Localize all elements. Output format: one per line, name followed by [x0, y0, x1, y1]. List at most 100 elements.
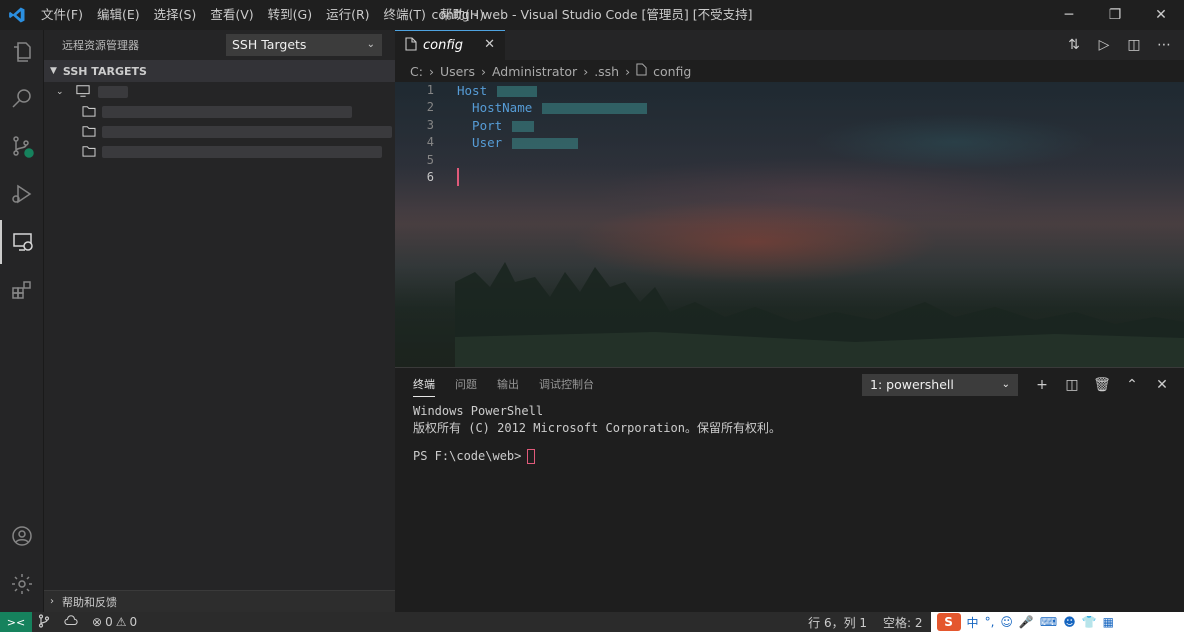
terminal-select[interactable]: 1: powershell ⌄ [862, 374, 1018, 396]
open-changes-icon[interactable]: ⇅ [1066, 37, 1082, 53]
tab-label: config [423, 38, 463, 53]
sync-icon[interactable] [64, 614, 78, 630]
chevron-right-icon: › [583, 63, 589, 79]
tab-output[interactable]: 输出 [497, 376, 519, 397]
warning-icon: ⚠ [115, 615, 127, 629]
explorer-icon[interactable] [0, 30, 44, 74]
line-number: 6 [426, 170, 434, 184]
code-line: Port [457, 118, 535, 133]
toolbox-icon[interactable]: ▦ [1103, 615, 1114, 629]
close-panel-icon[interactable]: ✕ [1154, 377, 1170, 393]
file-icon [636, 63, 647, 79]
editor-tab-bar: config ✕ ⇅ ▷ ◫ ⋯ [395, 30, 1184, 60]
keyboard-icon[interactable]: ⌨ [1040, 615, 1057, 629]
problems-indicator[interactable]: ⊗ 0 ⚠ 0 [92, 615, 137, 629]
redacted-host [98, 86, 128, 98]
cursor-position[interactable]: 行 6，列 1 [800, 614, 875, 631]
trash-icon[interactable]: 🗑 [1093, 377, 1111, 393]
menu-selection[interactable]: 选择(S) [147, 0, 204, 30]
folder-row[interactable] [82, 102, 352, 122]
ssh-targets-section[interactable]: ▼ SSH TARGETS [44, 60, 395, 82]
breadcrumb: C: › Users › Administrator › .ssh › conf… [395, 60, 1184, 82]
code-keyword: User [457, 135, 503, 150]
terminal-cursor [527, 449, 536, 464]
restore-button[interactable]: ❐ [1092, 0, 1138, 30]
menu-help[interactable]: 帮助(H) [433, 0, 491, 30]
monitor-icon [76, 84, 90, 101]
user-icon[interactable]: ☻ [1063, 615, 1076, 629]
source-control-icon[interactable] [0, 124, 44, 168]
remote-explorer-icon[interactable] [0, 220, 44, 264]
window-controls: ─ ❐ ✕ [1046, 0, 1184, 30]
ime-toolbar[interactable]: S 中 °, ☺ 🎤 ⌨ ☻ 👕 ▦ [930, 612, 1184, 632]
tab-problems[interactable]: 问题 [455, 376, 477, 397]
tab-debug-console[interactable]: 调试控制台 [539, 376, 594, 397]
redacted-value [512, 121, 535, 132]
ssh-target-select[interactable]: SSH Targets ⌄ [226, 34, 382, 56]
tab-terminal[interactable]: 终端 [413, 376, 435, 397]
code-keyword: Port [457, 118, 503, 133]
section-title: SSH TARGETS [62, 64, 147, 78]
extensions-icon[interactable] [0, 268, 44, 312]
text-cursor [457, 168, 459, 186]
terminal-line: Windows PowerShell [413, 404, 544, 418]
menu-run[interactable]: 运行(R) [319, 0, 376, 30]
code-line: HostName [457, 100, 648, 115]
status-right: 行 6，列 1 空格: 2 S 中 °, ☺ 🎤 ⌨ ☻ 👕 ▦ [800, 612, 1184, 632]
menu-view[interactable]: 查看(V) [203, 0, 260, 30]
menu-go[interactable]: 转到(G) [261, 0, 319, 30]
tab-config[interactable]: config ✕ [395, 30, 505, 60]
code-line: User [457, 135, 579, 150]
close-button[interactable]: ✕ [1138, 0, 1184, 30]
menu-terminal[interactable]: 终端(T) [377, 0, 433, 30]
breadcrumb-item[interactable]: config [653, 64, 691, 79]
line-number: 4 [426, 135, 434, 149]
breadcrumb-item[interactable]: C: [410, 64, 423, 79]
chevron-right-icon: › [625, 63, 631, 79]
prompt-text: PS F:\code\web> [413, 449, 522, 463]
ime-language[interactable]: 中 [967, 614, 979, 631]
redacted-folder [102, 126, 392, 138]
branch-icon[interactable] [38, 613, 50, 631]
help-feedback-section[interactable]: › 帮助和反馈 [44, 590, 395, 612]
breadcrumb-item[interactable]: .ssh [594, 64, 619, 79]
settings-gear-icon[interactable] [0, 562, 44, 606]
line-number: 3 [426, 118, 434, 132]
remote-explorer-sidebar: 远程资源管理器 SSH Targets ⌄ ▼ SSH TARGETS ⌄ › … [44, 30, 395, 612]
microphone-icon[interactable]: 🎤 [1019, 615, 1034, 629]
maximize-panel-icon[interactable]: ⌃ [1124, 377, 1140, 393]
remote-indicator[interactable]: >< [0, 612, 32, 632]
run-icon[interactable]: ▷ [1096, 37, 1112, 53]
split-terminal-icon[interactable]: ◫ [1064, 377, 1080, 393]
minimize-button[interactable]: ─ [1046, 0, 1092, 30]
emoji-icon[interactable]: ☺ [1000, 615, 1013, 629]
ssh-host-row[interactable]: ⌄ [56, 82, 128, 102]
skin-icon[interactable]: 👕 [1082, 615, 1097, 629]
line-number: 2 [426, 100, 434, 114]
warning-count: 0 [129, 615, 138, 629]
more-actions-icon[interactable]: ⋯ [1156, 37, 1172, 53]
file-icon [405, 36, 417, 55]
accounts-icon[interactable] [0, 514, 44, 558]
new-terminal-icon[interactable]: + [1034, 377, 1050, 393]
activity-bar [0, 30, 44, 612]
code-editor[interactable]: 1 2 3 4 5 6 Host HostName Port User [395, 82, 1184, 367]
punctuation-icon[interactable]: °, [985, 615, 995, 629]
terminal-line: 版权所有 (C) 2012 Microsoft Corporation。保留所有… [413, 421, 781, 435]
menu-edit[interactable]: 编辑(E) [90, 0, 147, 30]
split-editor-icon[interactable]: ◫ [1126, 37, 1142, 53]
folder-row[interactable] [82, 122, 392, 142]
folder-row[interactable] [82, 142, 382, 162]
close-icon[interactable]: ✕ [484, 37, 495, 52]
menu-file[interactable]: 文件(F) [34, 0, 90, 30]
sogou-logo-icon: S [936, 613, 961, 631]
terminal-prompt[interactable]: PS F:\code\web> [413, 449, 536, 464]
breadcrumb-item[interactable]: Administrator [492, 64, 577, 79]
folder-icon [82, 145, 96, 160]
indentation[interactable]: 空格: 2 [875, 614, 931, 631]
run-debug-icon[interactable] [0, 172, 44, 216]
search-icon[interactable] [0, 76, 44, 120]
breadcrumb-item[interactable]: Users [440, 64, 475, 79]
status-left: ⊗ 0 ⚠ 0 [38, 612, 137, 632]
error-count: 0 [105, 615, 113, 629]
